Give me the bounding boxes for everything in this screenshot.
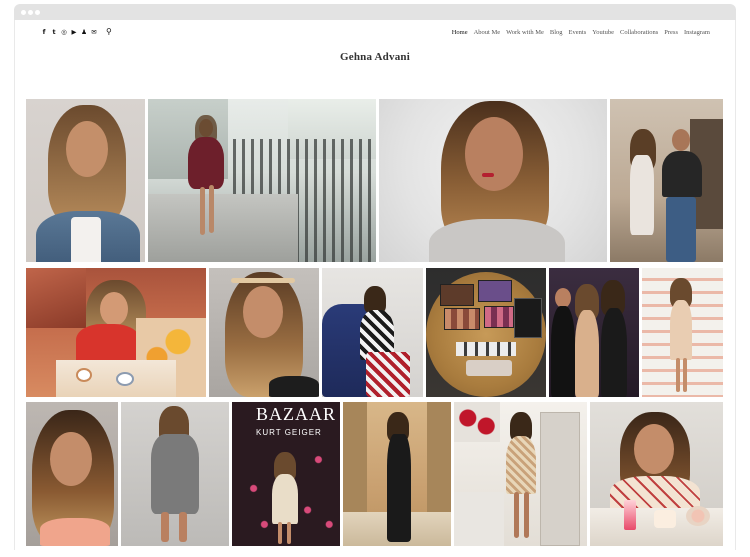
- gallery-photo-striped-dress-lounge[interactable]: [322, 268, 423, 397]
- photo-text-bazaar: BAZAAR: [256, 404, 337, 424]
- gallery-photo-orange-top-portrait[interactable]: [26, 402, 118, 546]
- nav-blog[interactable]: Blog: [550, 29, 563, 36]
- gallery-photo-waterfront-red-dress[interactable]: [148, 99, 376, 262]
- nav-events[interactable]: Events: [569, 29, 587, 36]
- instagram-icon[interactable]: ◎: [61, 28, 67, 36]
- site-title: Gehna Advani: [340, 51, 410, 63]
- nav-instagram[interactable]: Instagram: [684, 29, 710, 36]
- gallery-photo-arcade-black-jumpsuit[interactable]: [343, 402, 451, 546]
- nav-youtube[interactable]: Youtube: [592, 29, 614, 36]
- window-dot-icon: [21, 10, 26, 15]
- nav-home[interactable]: Home: [452, 29, 468, 36]
- nav-collaborations[interactable]: Collaborations: [620, 29, 658, 36]
- gallery-photo-press-wall[interactable]: [642, 268, 723, 397]
- gallery-photo-cafe-drinks[interactable]: [590, 402, 723, 546]
- social-links: f t ◎ ▶ ♟ ✉: [41, 28, 97, 36]
- window-dot-icon: [28, 10, 33, 15]
- facebook-icon[interactable]: f: [41, 28, 47, 36]
- snapchat-icon[interactable]: ♟: [81, 28, 87, 36]
- main-nav: Home About Me Work with Me Blog Events Y…: [452, 29, 710, 36]
- gallery-photo-roses-doorway[interactable]: [454, 402, 587, 546]
- photo-text-kurt-geiger: KURT GEIGER: [256, 428, 322, 437]
- nav-about-me[interactable]: About Me: [474, 29, 501, 36]
- gallery-photo-denim-jacket-portrait[interactable]: [26, 99, 145, 262]
- gallery-photo-breakfast-table[interactable]: [26, 268, 206, 397]
- email-icon[interactable]: ✉: [91, 28, 97, 36]
- nav-work-with-me[interactable]: Work with Me: [506, 29, 544, 36]
- youtube-icon[interactable]: ▶: [71, 28, 77, 36]
- gallery-photo-grey-jumpsuit[interactable]: [121, 402, 229, 546]
- browser-chrome: [14, 4, 736, 20]
- twitter-icon[interactable]: t: [51, 28, 57, 36]
- window-dot-icon: [35, 10, 40, 15]
- gallery-photo-headband-portrait[interactable]: [209, 268, 319, 397]
- gallery-photo-makeup-palettes[interactable]: [426, 268, 546, 397]
- nav-press[interactable]: Press: [664, 29, 678, 36]
- search-icon[interactable]: ⚲: [106, 27, 112, 36]
- gallery-photo-bazaar-event[interactable]: BAZAAR KURT GEIGER: [232, 402, 340, 546]
- gallery-photo-grey-top-portrait[interactable]: [379, 99, 607, 262]
- gallery-photo-event-with-guest[interactable]: [610, 99, 723, 262]
- gallery-photo-friends-night-out[interactable]: [549, 268, 639, 397]
